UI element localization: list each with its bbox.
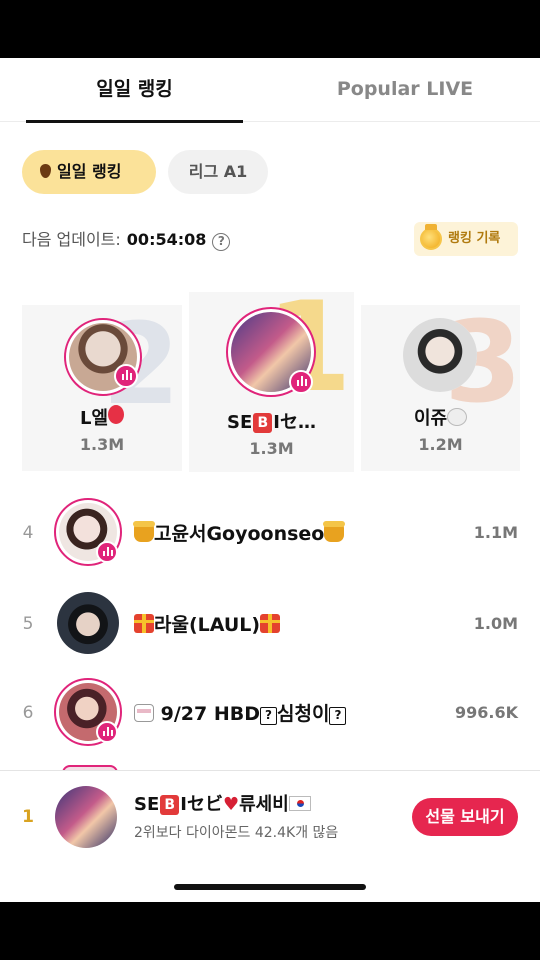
- my-name-tail: 류세비: [239, 794, 289, 815]
- tab-daily-ranking[interactable]: 일일 랭킹: [26, 58, 243, 123]
- my-rank-number: 1: [22, 807, 34, 827]
- podium-score: 1.3M: [79, 435, 125, 454]
- row-name-text: 고윤서Goyoonseo: [154, 523, 325, 545]
- live-icon: [96, 541, 118, 563]
- cake-icon: [134, 704, 154, 722]
- ranking-row[interactable]: 6 9/27 HBD? 심청이? 996.6K: [0, 675, 540, 755]
- podium-name: L엘: [22, 404, 182, 430]
- podium-name-text: L엘: [79, 408, 109, 429]
- my-ranking-bar: 1 SE B Iセビ♥류세비 2위보다 다이아몬드 42.4K개 많음 선물 보내기: [0, 770, 540, 902]
- tab-popular-live[interactable]: Popular LIVE: [298, 58, 512, 122]
- live-icon: [289, 370, 313, 394]
- podium-rank-2[interactable]: 2 L엘 1.3M: [22, 305, 182, 471]
- my-name: SE B Iセビ♥류세비: [134, 790, 311, 816]
- ranking-screen: 일일 랭킹 Popular LIVE 일일 랭킹 리그 A1 다음 업데이트: 0…: [0, 58, 540, 902]
- send-gift-button[interactable]: 선물 보내기: [412, 798, 518, 836]
- podium-name-suffix: Iセ…: [273, 412, 316, 433]
- row-name-text: 심청이: [277, 703, 330, 725]
- home-indicator[interactable]: [174, 884, 366, 890]
- honey-pot-icon: [133, 521, 155, 542]
- avatar[interactable]: [55, 786, 117, 848]
- help-icon[interactable]: ?: [212, 233, 231, 251]
- chip-daily-label: 일일 랭킹: [57, 162, 122, 181]
- row-score: 1.1M: [473, 523, 518, 542]
- row-name-text: 라울(LAUL): [154, 614, 261, 636]
- korea-flag-icon: [288, 796, 311, 811]
- gift-icon: [260, 614, 281, 633]
- b-box-icon: B: [160, 795, 180, 815]
- balloon-icon: [108, 405, 125, 424]
- row-name: 9/27 HBD? 심청이?: [134, 699, 347, 726]
- row-name-text: 9/27 HBD: [160, 703, 260, 725]
- b-box-icon: B: [253, 413, 273, 433]
- update-timer: 00:54:08: [126, 230, 207, 249]
- podium-rank-3[interactable]: 3 이쥬 1.2M: [361, 305, 520, 471]
- next-update-label: 다음 업데이트:: [22, 230, 121, 249]
- rank-number: 4: [22, 523, 34, 543]
- ranking-history-label: 랭킹 기록: [448, 231, 501, 246]
- drop-icon: [40, 164, 51, 178]
- medal-icon: [420, 224, 442, 250]
- my-rank-subtitle: 2위보다 다이아몬드 42.4K개 많음: [134, 825, 339, 841]
- ranking-history-button[interactable]: 랭킹 기록: [414, 222, 518, 256]
- live-icon: [114, 364, 138, 388]
- podium-name: 이쥬: [361, 404, 520, 430]
- honey-pot-icon: [323, 521, 346, 542]
- ranking-row[interactable]: 5 라울(LAUL) 1.0M: [0, 586, 540, 666]
- avatar-frame: [57, 592, 119, 654]
- podium-name-text: 이쥬: [413, 408, 448, 429]
- avatar: [403, 318, 477, 392]
- filter-chip-league[interactable]: 리그 A1: [168, 150, 268, 194]
- gift-icon: [134, 614, 154, 633]
- podium-score: 1.2M: [418, 435, 463, 454]
- rank-number: 5: [22, 614, 34, 634]
- bunny-icon: [447, 408, 468, 426]
- heart-icon: ♥: [222, 794, 240, 815]
- live-icon: [96, 721, 118, 743]
- my-name-prefix: SE: [134, 794, 160, 815]
- next-update: 다음 업데이트: 00:54:08?: [22, 226, 231, 251]
- my-name-suffix: Iセビ: [180, 794, 223, 815]
- avatar: [57, 592, 119, 654]
- ranking-row[interactable]: 4 고윤서Goyoonseo 1.1M: [0, 495, 540, 575]
- unknown-glyph-icon: ?: [329, 707, 347, 725]
- podium-name: SE B Iセ…: [189, 408, 354, 434]
- row-name: 고윤서Goyoonseo: [133, 519, 346, 546]
- tab-bar: 일일 랭킹 Popular LIVE: [0, 58, 540, 123]
- row-score: 996.6K: [454, 703, 518, 722]
- podium-rank-1[interactable]: 1 SEBIセ… 1.3M: [189, 292, 354, 472]
- row-name: 라울(LAUL): [134, 610, 281, 637]
- rank-number: 6: [22, 703, 34, 723]
- podium-name-prefix: SE: [227, 412, 253, 433]
- unknown-glyph-icon: ?: [260, 707, 277, 725]
- row-score: 1.0M: [473, 614, 518, 633]
- filter-chip-daily[interactable]: 일일 랭킹: [22, 150, 156, 194]
- podium-score: 1.3M: [249, 439, 294, 458]
- avatar-ring: [403, 318, 477, 392]
